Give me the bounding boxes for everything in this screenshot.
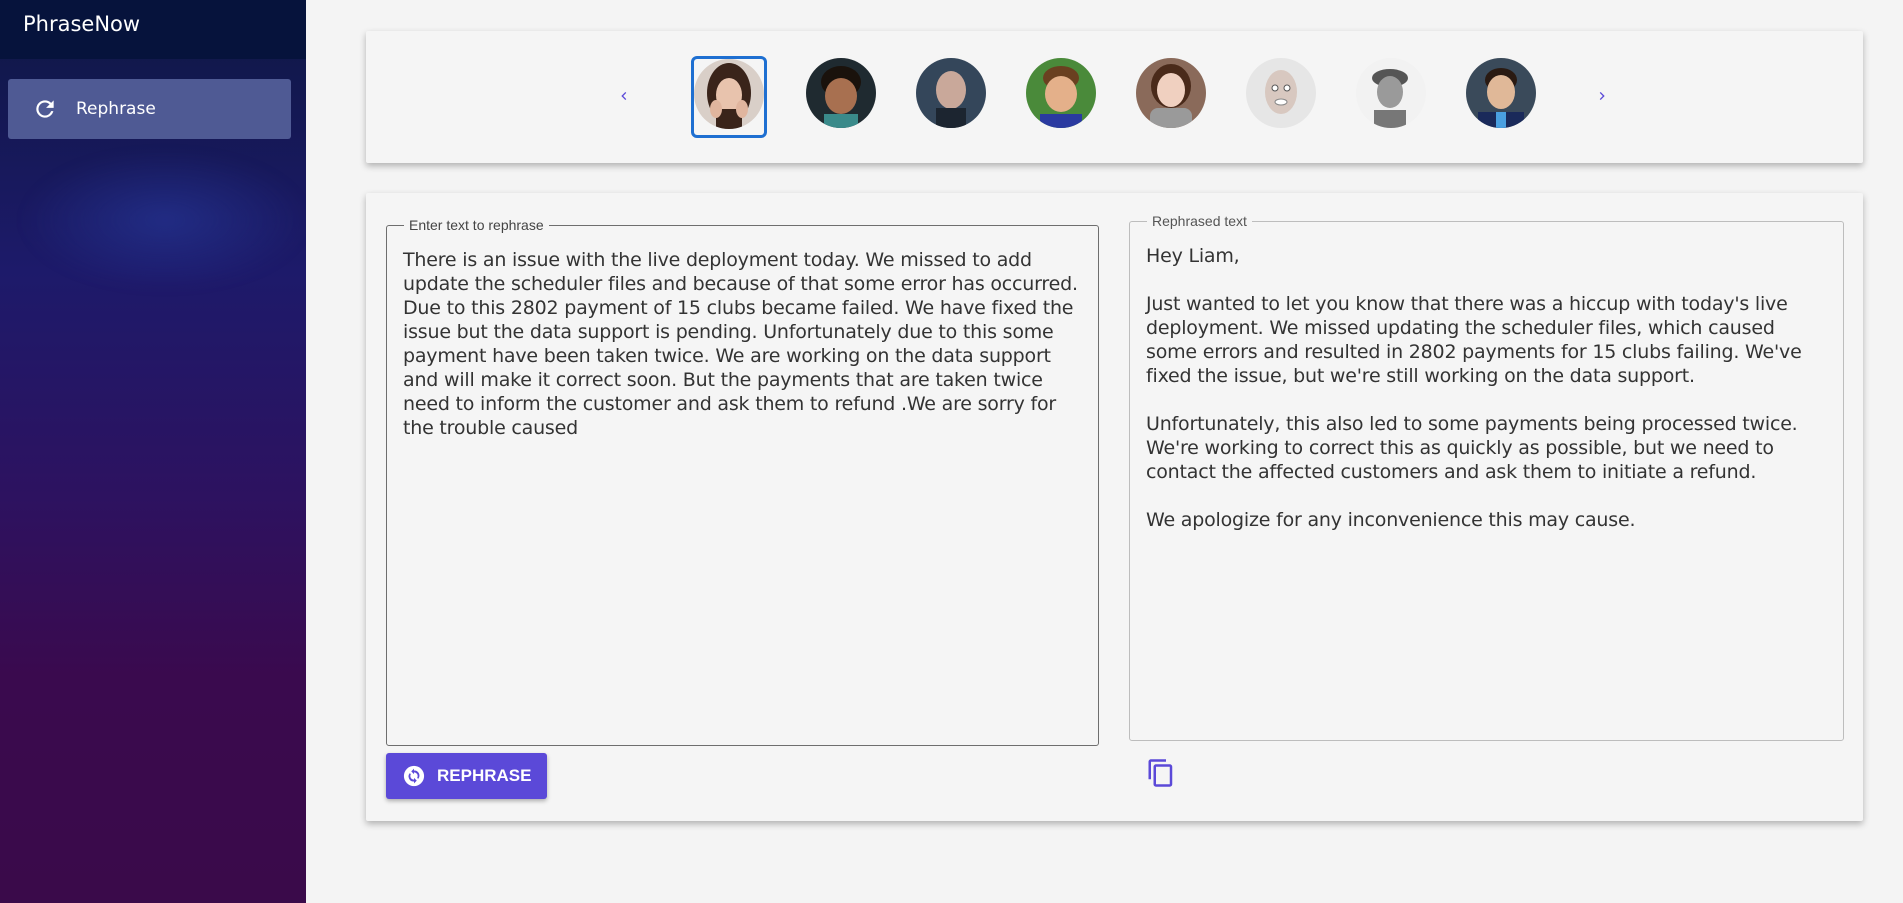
avatar-man-funny-face[interactable] (1246, 58, 1316, 128)
sidebar-item-label: Rephrase (76, 99, 156, 119)
sync-icon (403, 765, 425, 787)
output-label: Rephrased text (1147, 213, 1252, 229)
persona-carousel (366, 31, 1863, 163)
carousel-next-button[interactable] (1587, 81, 1617, 111)
rephrase-panel: Enter text to rephrase There is an issue… (366, 193, 1863, 821)
sidebar-decoration (20, 150, 306, 290)
output-text-field[interactable]: Rephrased text Hey Liam, Just wanted to … (1129, 213, 1844, 741)
copy-button[interactable] (1143, 755, 1179, 791)
rephrase-button-label: REPHRASE (437, 766, 532, 785)
avatar-woman-scarf[interactable] (1136, 58, 1206, 128)
rephrase-button[interactable]: REPHRASE (386, 753, 547, 799)
chevron-right-icon (1599, 92, 1605, 100)
chevron-left-icon (621, 92, 627, 100)
sidebar: PhraseNow Rephrase (0, 0, 306, 903)
refresh-icon (28, 92, 62, 126)
sidebar-item-rephrase[interactable]: Rephrase (8, 79, 291, 139)
input-textarea[interactable]: There is an issue with the live deployme… (403, 248, 1082, 440)
avatar-child[interactable] (806, 58, 876, 128)
output-textarea[interactable]: Hey Liam, Just wanted to let you know th… (1146, 244, 1827, 532)
avatar-boy-smiling[interactable] (1026, 58, 1096, 128)
app-title: PhraseNow (0, 0, 306, 59)
copy-icon (1148, 759, 1173, 787)
avatar-man-cap[interactable] (1356, 58, 1426, 128)
carousel-prev-button[interactable] (609, 81, 639, 111)
avatar-woman-dark-hair[interactable] (694, 59, 764, 129)
avatar-man-suit[interactable] (1466, 58, 1536, 128)
input-text-field[interactable]: Enter text to rephrase There is an issue… (386, 217, 1099, 746)
input-label: Enter text to rephrase (404, 217, 549, 233)
avatar-man-bald[interactable] (916, 58, 986, 128)
